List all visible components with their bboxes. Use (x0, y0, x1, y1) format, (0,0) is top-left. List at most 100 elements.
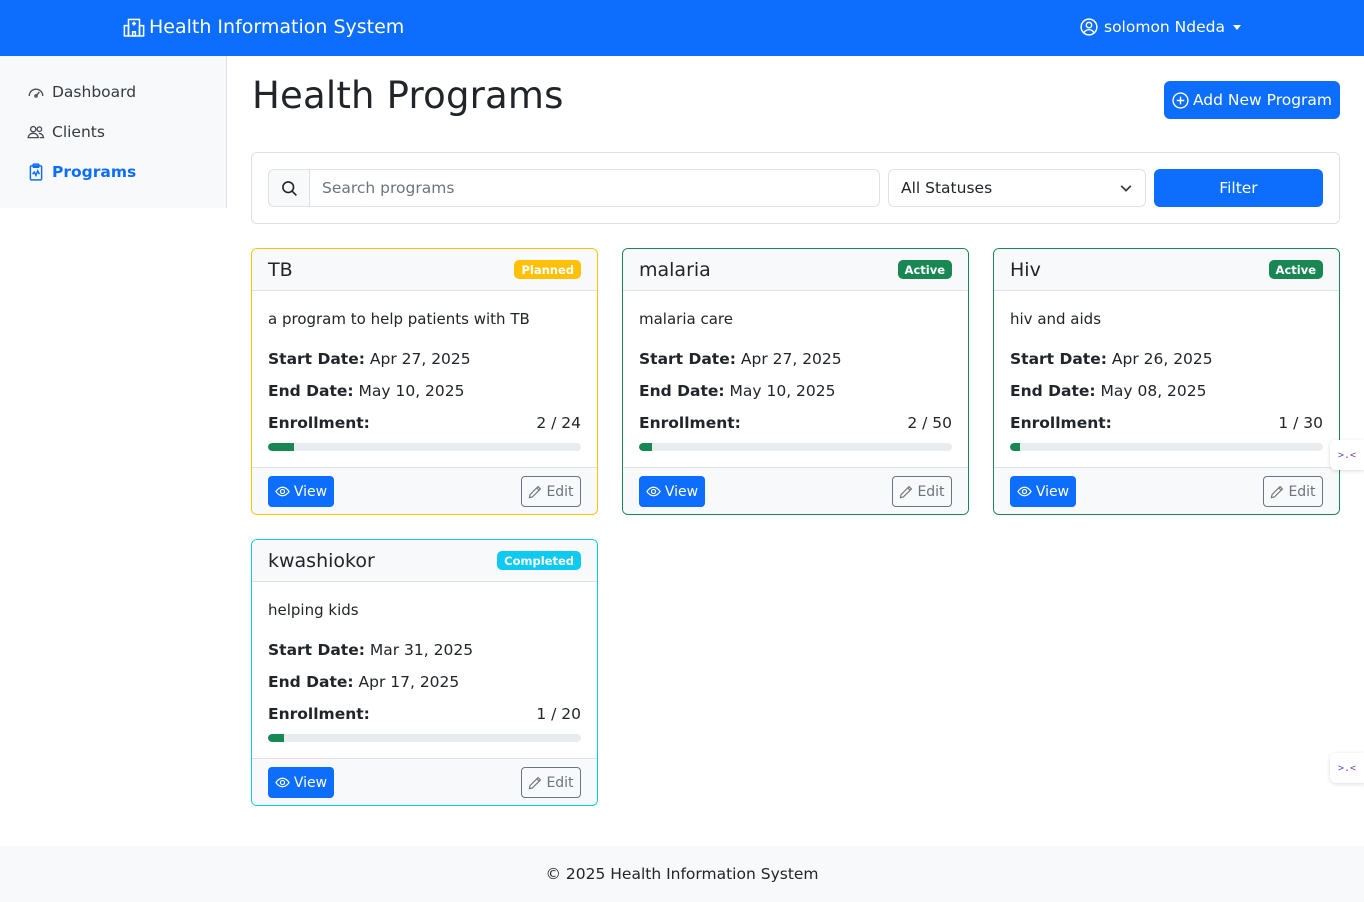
eye-icon (1017, 486, 1032, 497)
program-name: TB (268, 259, 293, 281)
program-description: malaria care (639, 310, 733, 328)
edit-button-label: Edit (546, 483, 574, 500)
enrollment-count: 2 / 24 (536, 414, 581, 432)
card-header: malaria Active (623, 249, 968, 291)
sidebar-item-label: Programs (52, 163, 137, 181)
add-new-program-label: Add New Program (1192, 91, 1333, 109)
card-header: TB Planned (252, 249, 597, 291)
edit-button[interactable]: Edit (892, 476, 952, 507)
enrollment-label: Enrollment: (268, 414, 370, 432)
start-date-row: Start Date: Apr 26, 2025 (1010, 350, 1213, 368)
filter-button[interactable]: Filter (1154, 169, 1323, 207)
brand-link[interactable]: Health Information System (123, 16, 404, 38)
sidebar: Dashboard Clients Programs (0, 56, 227, 208)
search-group (268, 169, 880, 207)
edit-button-label: Edit (917, 483, 945, 500)
enrollment-progress-bar (639, 443, 652, 451)
end-date-label: End Date: (268, 673, 354, 691)
enrollment-progress-bar (268, 443, 294, 451)
view-button[interactable]: View (1010, 476, 1076, 507)
hospital-icon (123, 18, 145, 37)
enrollment-row: Enrollment: 2 / 24 (268, 414, 581, 432)
end-date-row: End Date: May 08, 2025 (1010, 382, 1207, 400)
enrollment-progress (1010, 443, 1323, 451)
add-new-program-button[interactable]: Add New Program (1164, 81, 1340, 119)
end-date-value: May 10, 2025 (729, 382, 836, 400)
sidebar-item-clients[interactable]: Clients (27, 123, 105, 141)
search-addon (268, 169, 310, 207)
enrollment-progress-bar (268, 734, 284, 742)
card-body: a program to help patients with TB Start… (252, 291, 597, 467)
card-header: Hiv Active (994, 249, 1339, 291)
end-date-label: End Date: (1010, 382, 1096, 400)
program-description: hiv and aids (1010, 310, 1102, 328)
end-date-value: May 08, 2025 (1100, 382, 1207, 400)
plus-circle-icon (1172, 91, 1189, 109)
start-date-value: Apr 26, 2025 (1111, 350, 1213, 368)
edit-button[interactable]: Edit (521, 476, 581, 507)
status-badge: Active (1268, 260, 1323, 279)
sidebar-item-dashboard[interactable]: Dashboard (27, 83, 136, 101)
start-date-value: Apr 27, 2025 (369, 350, 471, 368)
card-header: kwashiokor Completed (252, 540, 597, 582)
page-footer: © 2025 Health Information System (0, 846, 1364, 902)
edit-button-label: Edit (546, 774, 574, 791)
end-date-row: End Date: May 10, 2025 (268, 382, 465, 400)
end-date-label: End Date: (268, 382, 354, 400)
pencil-icon (529, 776, 542, 789)
program-name: Hiv (1010, 259, 1041, 281)
status-select[interactable]: All Statuses (888, 169, 1146, 207)
card-footer: View Edit (252, 758, 597, 805)
enrollment-row: Enrollment: 2 / 50 (639, 414, 952, 432)
extension-tab-icon[interactable]: >.< (1330, 753, 1364, 783)
user-menu[interactable]: solomon Ndeda (1080, 18, 1241, 36)
edit-button[interactable]: Edit (521, 767, 581, 798)
end-date-value: Apr 17, 2025 (358, 673, 460, 691)
people-icon (27, 125, 45, 139)
card-body: malaria care Start Date: Apr 27, 2025 En… (623, 291, 968, 467)
user-name: solomon Ndeda (1104, 18, 1225, 36)
sidebar-item-label: Clients (52, 123, 105, 141)
status-select-value: All Statuses (901, 179, 993, 197)
view-button-label: View (293, 774, 328, 791)
start-date-label: Start Date: (268, 641, 365, 659)
enrollment-progress (639, 443, 952, 451)
sidebar-item-programs[interactable]: Programs (27, 163, 136, 181)
pencil-icon (1271, 485, 1284, 498)
pencil-icon (900, 485, 913, 498)
enrollment-progress-bar (1010, 443, 1021, 451)
start-date-label: Start Date: (639, 350, 736, 368)
eye-icon (646, 486, 661, 497)
speedometer-icon (28, 88, 44, 98)
sidebar-item-label: Dashboard (52, 83, 137, 101)
status-badge: Active (897, 260, 952, 279)
start-date-row: Start Date: Mar 31, 2025 (268, 641, 473, 659)
enrollment-row: Enrollment: 1 / 20 (268, 705, 581, 723)
status-badge: Planned (514, 260, 581, 279)
enrollment-label: Enrollment: (639, 414, 741, 432)
view-button[interactable]: View (639, 476, 705, 507)
program-card: Hiv Active hiv and aids Start Date: Apr … (993, 248, 1340, 515)
edit-button-label: Edit (1288, 483, 1316, 500)
view-button-label: View (293, 483, 328, 500)
card-footer: View Edit (623, 467, 968, 514)
user-circle-icon (1080, 18, 1098, 36)
view-button[interactable]: View (268, 767, 334, 798)
start-date-label: Start Date: (268, 350, 365, 368)
start-date-value: Apr 27, 2025 (740, 350, 842, 368)
program-card: kwashiokor Completed helping kids Start … (251, 539, 598, 806)
search-input[interactable] (310, 169, 880, 207)
brand-title: Health Information System (149, 16, 405, 38)
enrollment-label: Enrollment: (268, 705, 370, 723)
extension-tab-icon[interactable]: >.< (1330, 440, 1364, 470)
clipboard-icon (29, 163, 43, 181)
start-date-row: Start Date: Apr 27, 2025 (639, 350, 842, 368)
pencil-icon (529, 485, 542, 498)
chevron-down-icon (1233, 24, 1241, 30)
footer-text: © 2025 Health Information System (545, 865, 819, 883)
enrollment-progress (268, 443, 581, 451)
card-footer: View Edit (252, 467, 597, 514)
edit-button[interactable]: Edit (1263, 476, 1323, 507)
eye-icon (275, 486, 290, 497)
view-button[interactable]: View (268, 476, 334, 507)
